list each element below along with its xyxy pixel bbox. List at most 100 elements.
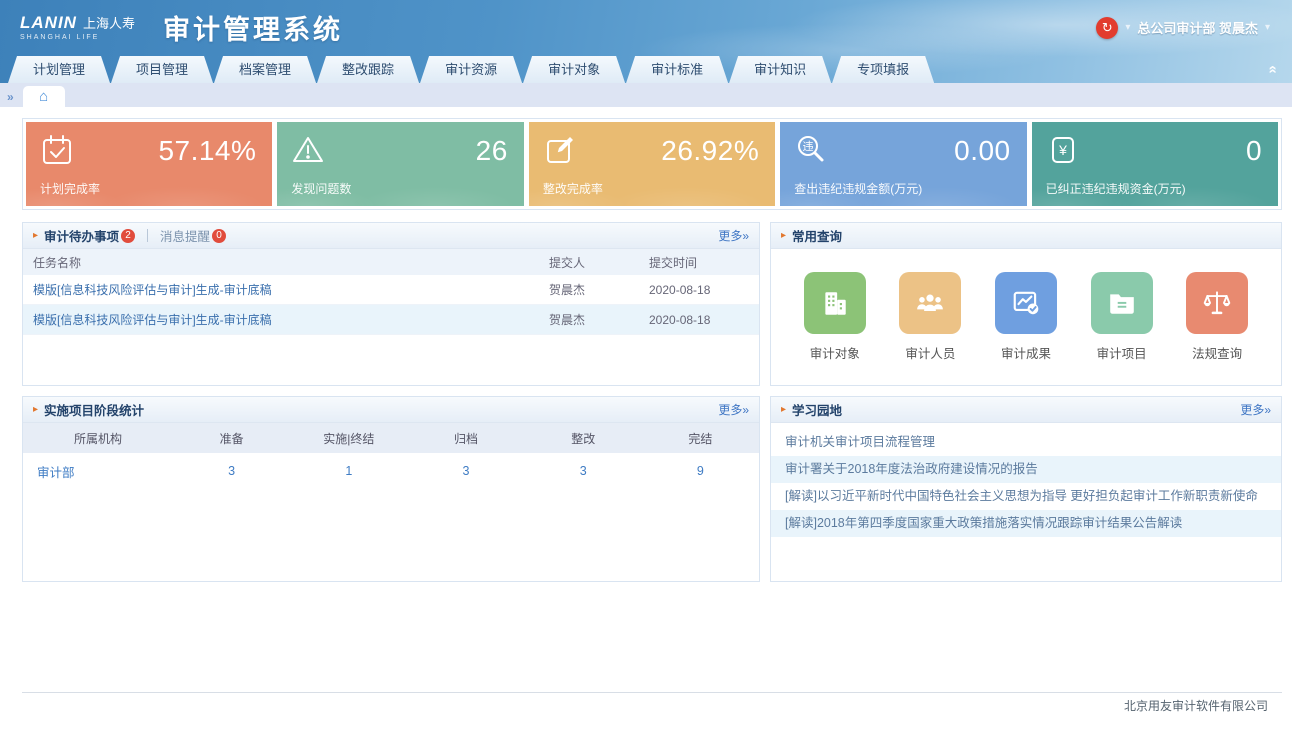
todo-panel: ▸ 审计待办事项2 消息提醒0 更多» 任务名称 提交人 提交时间 模版[信息科… [22, 222, 760, 386]
nav-tab-special-report[interactable]: 专项填报 [832, 56, 934, 83]
col-implement: 实施|终结 [290, 430, 407, 447]
nav-tab-rectify[interactable]: 整改跟踪 [317, 56, 419, 83]
home-tab[interactable]: ⌂ [23, 86, 65, 107]
svg-text:¥: ¥ [1058, 142, 1067, 158]
nav-tab-object[interactable]: 审计对象 [523, 56, 625, 83]
quick-query-body: 审计对象 审计人员 [771, 249, 1281, 385]
task-link[interactable]: 模版[信息科技风险评估与审计]生成-审计底稿 [23, 311, 539, 328]
chevron-down-icon[interactable]: ▾ [1265, 22, 1270, 33]
stat-value: 0.00 [954, 135, 1011, 167]
stat-card-plan-completion[interactable]: 57.14% 计划完成率 [26, 122, 272, 206]
panel-arrow-icon: ▸ [33, 404, 38, 415]
todo-table-header: 任务名称 提交人 提交时间 [23, 249, 759, 275]
stat-card-violation-amount[interactable]: 违 0.00 查出违纪违规金额(万元) [780, 122, 1026, 206]
quick-item-audit-projects[interactable]: 审计项目 [1091, 272, 1153, 362]
phase-panel-title: 实施项目阶段统计 [44, 400, 144, 419]
refresh-icon[interactable]: ↻ [1096, 17, 1118, 39]
user-menu[interactable]: 总公司审计部 贺晨杰 [1137, 18, 1258, 37]
quick-item-label: 审计人员 [905, 343, 955, 362]
chevron-down-icon[interactable]: ▾ [1125, 22, 1130, 33]
left-column: ▸ 审计待办事项2 消息提醒0 更多» 任务名称 提交人 提交时间 模版[信息科… [22, 222, 760, 582]
phase-more-link[interactable]: 更多» [718, 401, 749, 418]
phase-count-link[interactable]: 3 [407, 464, 524, 478]
table-row: 模版[信息科技风险评估与审计]生成-审计底稿 贺晨杰 2020-08-18 [23, 275, 759, 305]
tab-label: 审计待办事项 [44, 230, 119, 244]
list-item[interactable]: 审计署关于2018年度法治政府建设情况的报告 [771, 456, 1281, 483]
col-archive: 归档 [407, 430, 524, 447]
submit-time: 2020-08-18 [639, 283, 759, 297]
tab-message-alerts[interactable]: 消息提醒0 [160, 226, 226, 245]
stat-value: 26.92% [661, 135, 759, 167]
right-column: ▸ 常用查询 [770, 222, 1282, 582]
todo-table-body: 模版[信息科技风险评估与审计]生成-审计底稿 贺晨杰 2020-08-18 模版… [23, 275, 759, 335]
learning-more-link[interactable]: 更多» [1240, 401, 1271, 418]
list-item[interactable]: [解读]以习近平新时代中国特色社会主义思想为指导 更好担负起审计工作新职责新使命 [771, 483, 1281, 510]
header-user-area: ↻ ▾ 总公司审计部 贺晨杰 ▾ [1096, 17, 1270, 39]
chart-check-icon [995, 272, 1057, 334]
nav-tab-archive[interactable]: 档案管理 [214, 56, 316, 83]
collapse-nav-icon[interactable]: » [1264, 65, 1279, 73]
phase-count-link[interactable]: 9 [642, 464, 759, 478]
col-submitter: 提交人 [539, 254, 639, 271]
table-row: 审计部 3 1 3 3 9 [23, 453, 759, 489]
home-icon: ⌂ [39, 89, 48, 104]
nav-tab-knowledge[interactable]: 审计知识 [729, 56, 831, 83]
todo-more-link[interactable]: 更多» [718, 227, 749, 244]
nav-tab-standard[interactable]: 审计标准 [626, 56, 728, 83]
quick-query-panel: ▸ 常用查询 [770, 222, 1282, 386]
col-task-name: 任务名称 [23, 254, 539, 271]
phase-count-link[interactable]: 3 [525, 464, 642, 478]
divider [147, 229, 148, 242]
panel-columns: ▸ 审计待办事项2 消息提醒0 更多» 任务名称 提交人 提交时间 模版[信息科… [22, 222, 1282, 582]
quick-item-audit-object[interactable]: 审计对象 [804, 272, 866, 362]
folder-icon [1091, 272, 1153, 334]
message-count-badge: 0 [212, 229, 226, 243]
scroll-tabs-icon[interactable]: » [7, 91, 14, 103]
nav-tab-resource[interactable]: 审计资源 [420, 56, 522, 83]
task-link[interactable]: 模版[信息科技风险评估与审计]生成-审计底稿 [23, 281, 539, 298]
yen-icon: ¥ [1046, 133, 1080, 167]
submitter: 贺晨杰 [539, 311, 639, 328]
warning-triangle-icon [291, 133, 325, 167]
phase-count-link[interactable]: 3 [173, 464, 290, 478]
phase-count-link[interactable]: 1 [290, 464, 407, 478]
quick-item-audit-results[interactable]: 审计成果 [995, 272, 1057, 362]
logo-subtitle: SHANGHAI LIFE [20, 34, 135, 41]
stat-card-problems-found[interactable]: 26 发现问题数 [277, 122, 523, 206]
opened-tabs-strip: » ⌂ [0, 83, 1292, 107]
tab-label: 消息提醒 [160, 230, 210, 244]
edit-icon [543, 133, 577, 167]
learning-panel-header: ▸ 学习园地 更多» [771, 397, 1281, 423]
stat-label: 发现问题数 [291, 180, 351, 197]
audit-management-page: LANIN 上海人寿 SHANGHAI LIFE 审计管理系统 ↻ ▾ 总公司审… [0, 0, 1292, 730]
stat-value: 57.14% [158, 135, 256, 167]
stat-label: 计划完成率 [40, 180, 100, 197]
page-footer: 北京用友审计软件有限公司 [22, 692, 1282, 730]
table-row: 模版[信息科技风险评估与审计]生成-审计底稿 贺晨杰 2020-08-18 [23, 305, 759, 335]
todo-count-badge: 2 [121, 229, 135, 243]
org-link[interactable]: 审计部 [23, 462, 173, 481]
quick-item-audit-personnel[interactable]: 审计人员 [899, 272, 961, 362]
nav-tab-plan[interactable]: 计划管理 [8, 56, 110, 83]
col-rectify: 整改 [525, 430, 642, 447]
quick-item-label: 审计项目 [1097, 343, 1147, 362]
quick-item-regulation-query[interactable]: 法规查询 [1186, 272, 1248, 362]
stat-card-corrected-funds[interactable]: ¥ 0 已纠正违纪违规资金(万元) [1032, 122, 1278, 206]
nav-tab-project[interactable]: 项目管理 [111, 56, 213, 83]
quick-item-label: 审计成果 [1001, 343, 1051, 362]
phase-stats-panel: ▸ 实施项目阶段统计 更多» 所属机构 准备 实施|终结 归档 整改 完结 审计… [22, 396, 760, 582]
list-item[interactable]: [解读]2018年第四季度国家重大政策措施落实情况跟踪审计结果公告解读 [771, 510, 1281, 537]
submit-time: 2020-08-18 [639, 313, 759, 327]
stat-card-rectification-completion[interactable]: 26.92% 整改完成率 [529, 122, 775, 206]
list-item[interactable]: 审计机关审计项目流程管理 [771, 429, 1281, 456]
panel-arrow-icon: ▸ [781, 404, 786, 415]
main-content: 57.14% 计划完成率 26 发现问题数 [0, 107, 1292, 730]
svg-text:违: 违 [803, 140, 814, 153]
learning-list: 审计机关审计项目流程管理 审计署关于2018年度法治政府建设情况的报告 [解读]… [771, 423, 1281, 537]
col-prepare: 准备 [173, 430, 290, 447]
building-icon [804, 272, 866, 334]
company-logo: LANIN 上海人寿 SHANGHAI LIFE [20, 14, 135, 41]
scales-icon [1186, 272, 1248, 334]
tab-audit-todos[interactable]: 审计待办事项2 [44, 226, 135, 245]
logo-chinese-name: 上海人寿 [83, 17, 135, 30]
